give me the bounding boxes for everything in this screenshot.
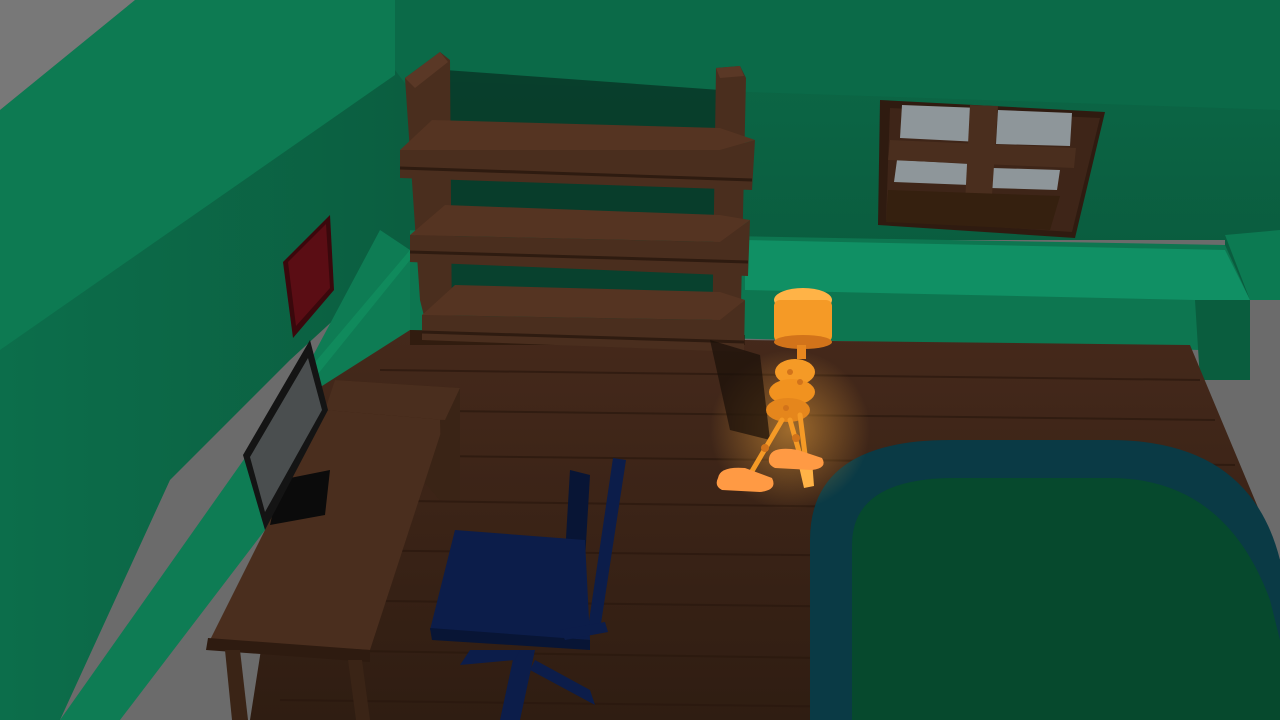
window-pane <box>900 105 980 142</box>
rug <box>810 440 1280 720</box>
bookshelf <box>399 52 755 352</box>
game-scene <box>0 0 1280 720</box>
window-pane <box>990 168 1060 190</box>
window-pane <box>996 110 1072 146</box>
window-pane <box>894 160 970 185</box>
window <box>878 100 1105 238</box>
